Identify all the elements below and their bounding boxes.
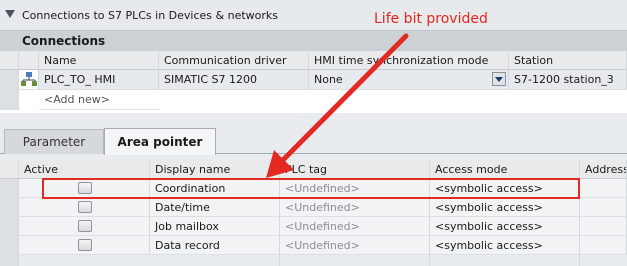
plc-tag-cell[interactable]: <Undefined> — [280, 236, 430, 255]
row-header-corner — [0, 51, 19, 70]
column-header-driver[interactable]: Communication driver — [159, 51, 309, 70]
address-cell[interactable] — [580, 217, 627, 236]
access-mode-cell[interactable]: <symbolic access> — [430, 236, 580, 255]
column-header-display-name[interactable]: Display name — [150, 160, 280, 179]
address-cell[interactable] — [580, 198, 627, 217]
connection-name-cell[interactable]: PLC_TO_ HMI — [39, 70, 159, 90]
column-header-name[interactable]: Name — [39, 51, 159, 70]
sync-mode-dropdown-button[interactable] — [492, 72, 506, 86]
row-header[interactable] — [0, 179, 19, 198]
collapse-arrow-icon[interactable] — [4, 9, 16, 19]
row-header — [0, 255, 19, 266]
column-header-sync-mode[interactable]: HMI time synchronization mode — [309, 51, 509, 70]
plc-tag-cell[interactable]: <Undefined> — [280, 217, 430, 236]
active-cell[interactable] — [19, 198, 150, 217]
row-header[interactable] — [0, 236, 19, 255]
connections-table: Name Communication driver HMI time synch… — [0, 51, 627, 113]
row-header[interactable] — [0, 217, 19, 236]
column-header-plc-tag[interactable]: PLC tag — [280, 160, 430, 179]
network-connection-icon — [21, 72, 37, 86]
active-checkbox[interactable] — [78, 201, 92, 213]
column-header-access-mode[interactable]: Access mode — [430, 160, 580, 179]
connections-section-label: Connections — [22, 34, 106, 48]
plc-tag-cell[interactable]: <Undefined> — [280, 198, 430, 217]
active-cell[interactable] — [19, 236, 150, 255]
row-header-corner — [0, 160, 19, 179]
add-new-connection[interactable]: <Add new> — [39, 90, 159, 110]
address-cell[interactable] — [580, 179, 627, 198]
coordination-highlight-box — [42, 178, 580, 199]
tab-parameter[interactable]: Parameter — [4, 129, 104, 154]
empty-cell — [150, 255, 280, 266]
column-header-active[interactable]: Active — [19, 160, 150, 179]
empty-cell — [430, 255, 580, 266]
dropdown-arrow-icon — [495, 77, 503, 82]
station-cell[interactable]: S7-1200 station_3 — [509, 70, 627, 90]
connection-driver-cell[interactable]: SIMATIC S7 1200 — [159, 70, 309, 90]
display-name-cell[interactable]: Job mailbox — [150, 217, 280, 236]
row-header[interactable] — [0, 198, 19, 217]
sync-mode-cell[interactable]: None — [309, 70, 509, 90]
icon-column-header — [19, 51, 39, 70]
connections-section-header[interactable]: Connections — [0, 30, 627, 51]
active-checkbox[interactable] — [78, 239, 92, 251]
column-header-station[interactable]: Station — [509, 51, 627, 70]
area-pointer-table: Active Display name PLC tag Access mode … — [0, 160, 627, 266]
display-name-cell[interactable]: Date/time — [150, 198, 280, 217]
active-cell[interactable] — [19, 217, 150, 236]
display-name-cell[interactable]: Data record — [150, 236, 280, 255]
address-cell[interactable] — [580, 236, 627, 255]
empty-cell — [280, 255, 430, 266]
sync-mode-value: None — [314, 73, 343, 86]
connection-icon-cell — [19, 70, 39, 90]
access-mode-cell[interactable]: <symbolic access> — [430, 217, 580, 236]
editor-title-bar: Connections to S7 PLCs in Devices & netw… — [0, 0, 627, 30]
column-header-address[interactable]: Address — [580, 160, 627, 179]
editor-title: Connections to S7 PLCs in Devices & netw… — [22, 9, 279, 22]
active-checkbox[interactable] — [78, 220, 92, 232]
tab-area-pointer[interactable]: Area pointer — [104, 128, 216, 155]
editor-tab-strip: Parameter Area pointer — [0, 124, 627, 155]
row-header[interactable] — [0, 70, 19, 90]
annotation-label: Life bit provided — [374, 11, 488, 27]
access-mode-cell[interactable]: <symbolic access> — [430, 198, 580, 217]
row-header — [0, 90, 19, 110]
